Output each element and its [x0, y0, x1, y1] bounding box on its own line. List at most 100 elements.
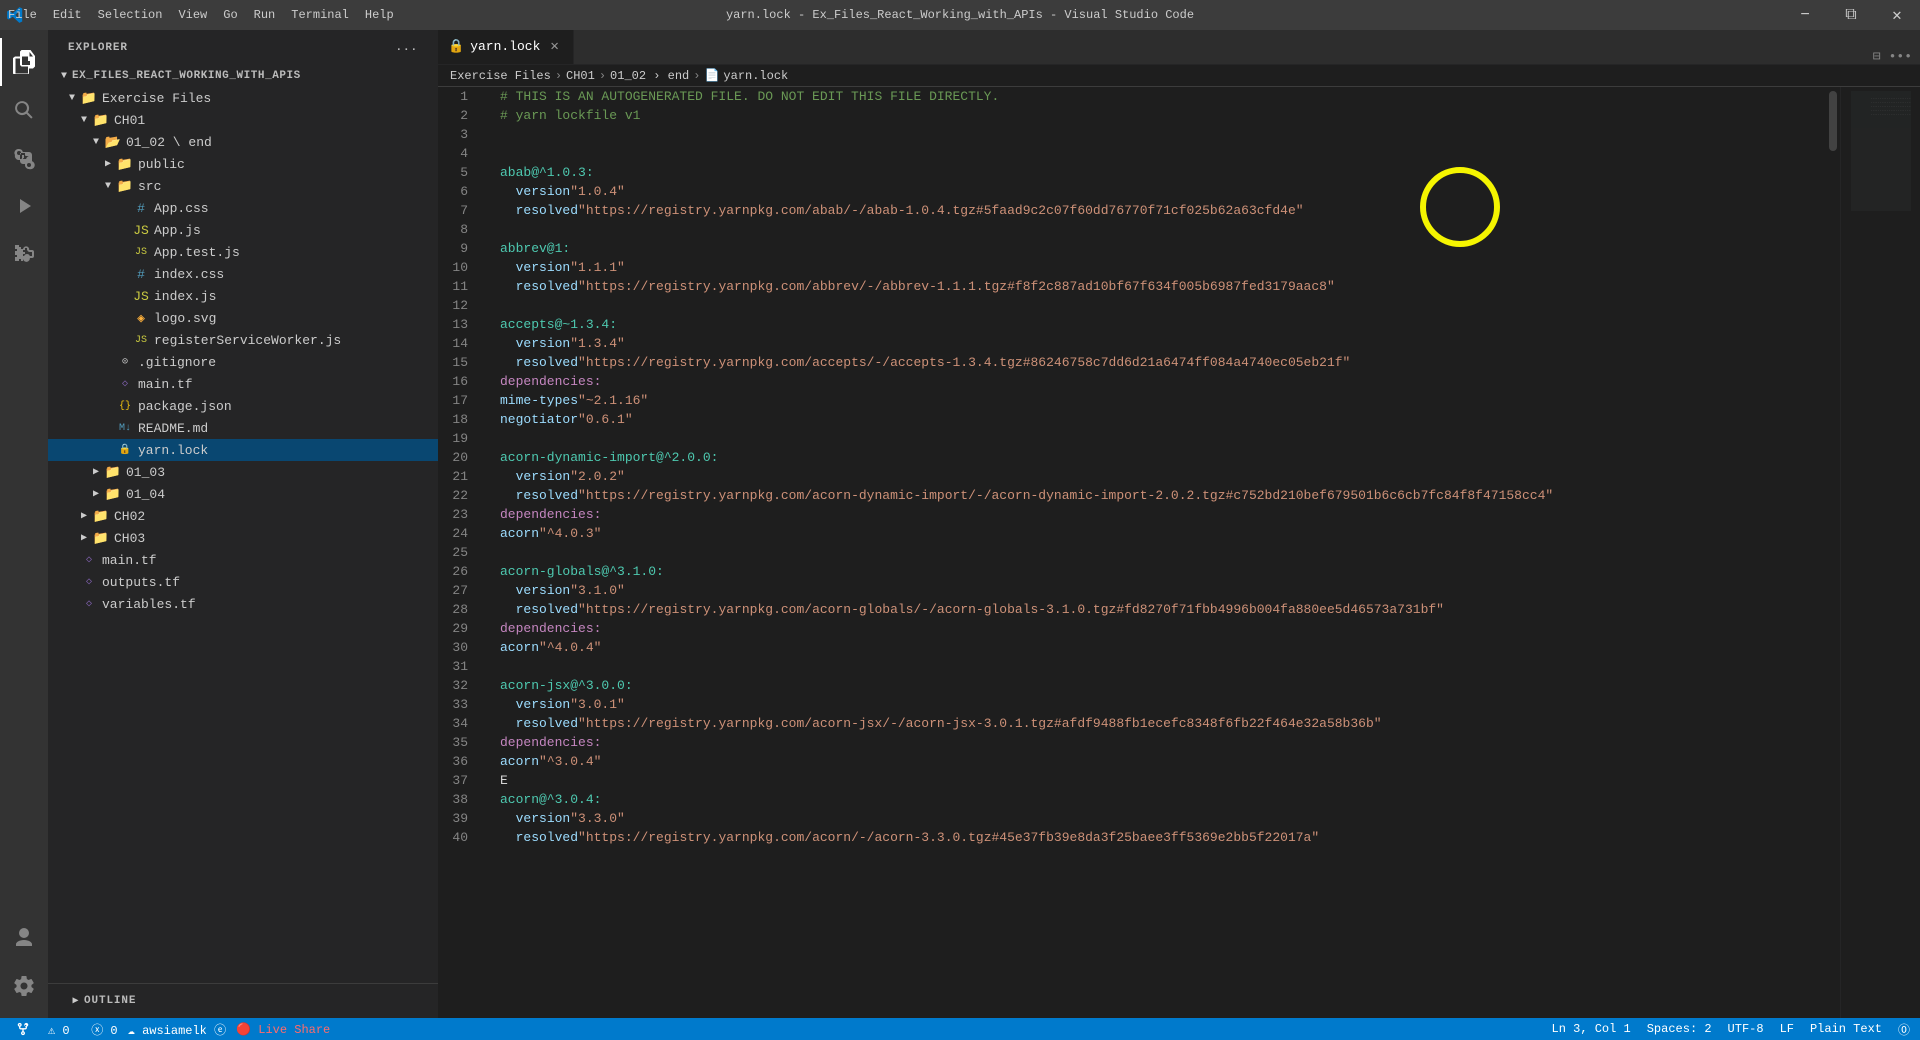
git-branch-status[interactable]	[10, 1022, 38, 1036]
tree-item-app-js[interactable]: ▶ JS App.js	[48, 219, 438, 241]
tab-close-button[interactable]: ✕	[546, 36, 562, 57]
chevron-right-icon: ▶	[88, 464, 104, 480]
tree-item-logo-svg[interactable]: ▶ ◈ logo.svg	[48, 307, 438, 329]
menu-file[interactable]: File	[8, 8, 37, 22]
git-user-status[interactable]: ☁ awsiamelk ⓔ	[128, 1021, 226, 1038]
split-editor-icon[interactable]: ⊟	[1873, 49, 1881, 64]
restore-button[interactable]: ⧉	[1828, 0, 1874, 30]
tree-item-ch02[interactable]: ▶ 📁 CH02	[48, 505, 438, 527]
window-controls[interactable]: − ⧉ ✕	[1782, 0, 1920, 30]
tab-yarn-lock[interactable]: 🔒 yarn.lock ✕	[438, 30, 574, 64]
tree-label: 01_03	[126, 465, 165, 480]
tree-item-gitignore[interactable]: ▶ ⊙ .gitignore	[48, 351, 438, 373]
tree-item-main-tf[interactable]: ▶ ◇ main.tf	[48, 373, 438, 395]
outline-section[interactable]: ▶ OUTLINE	[48, 983, 438, 1018]
errors-warnings[interactable]: ⚠ 0 ⓧ 0	[48, 1021, 118, 1038]
chevron-down-icon: ▼	[100, 178, 116, 194]
tree-item-register-sw[interactable]: ▶ JS registerServiceWorker.js	[48, 329, 438, 351]
editor-layout-controls[interactable]: ⊟ •••	[1865, 49, 1920, 64]
test-file-icon: JS	[132, 243, 150, 261]
cursor-position[interactable]: Ln 3, Col 1	[1552, 1022, 1631, 1036]
feedback[interactable]: ⓪	[1898, 1021, 1910, 1038]
live-share[interactable]: 🔴 Live Share	[236, 1022, 330, 1037]
tree-item-app-css[interactable]: ▶ # App.css	[48, 197, 438, 219]
scrollbar-thumb[interactable]	[1829, 91, 1837, 151]
title-bar: File Edit Selection View Go Run Terminal…	[0, 0, 1920, 30]
tab-bar: 🔒 yarn.lock ✕ ⊟ •••	[438, 30, 1920, 65]
source-control-activity-icon[interactable]	[0, 134, 48, 182]
menu-selection[interactable]: Selection	[98, 8, 163, 22]
breadcrumb-item-ch01[interactable]: CH01	[566, 69, 595, 83]
tree-item-public[interactable]: ▶ 📁 public	[48, 153, 438, 175]
account-activity-icon[interactable]	[0, 914, 48, 962]
encoding[interactable]: UTF-8	[1728, 1022, 1764, 1036]
tree-label: App.css	[154, 201, 209, 216]
tree-root-label: EX_FILES_REACT_WORKING_WITH_APIS	[72, 70, 301, 82]
explorer-activity-icon[interactable]	[0, 38, 48, 86]
indentation[interactable]: Spaces: 2	[1647, 1022, 1712, 1036]
tree-item-0102-end[interactable]: ▼ 📂 01_02 \ end	[48, 131, 438, 153]
tree-item-exercise-files[interactable]: ▼ 📁 Exercise Files	[48, 87, 438, 109]
tree-item-yarn-lock[interactable]: ▶ 🔒 yarn.lock	[48, 439, 438, 461]
breadcrumb-item-exercise-files[interactable]: Exercise Files	[450, 69, 551, 83]
code-line: dependencies:	[500, 619, 1840, 638]
run-activity-icon[interactable]	[0, 182, 48, 230]
code-line: acorn "^4.0.3"	[500, 524, 1840, 543]
close-button[interactable]: ✕	[1874, 0, 1920, 30]
tree-item-readme[interactable]: ▶ M↓ README.md	[48, 417, 438, 439]
code-line	[500, 543, 1840, 562]
breadcrumb-item-0102-end[interactable]: 01_02 › end	[610, 69, 689, 83]
extensions-activity-icon[interactable]	[0, 230, 48, 278]
tree-label: Exercise Files	[102, 91, 211, 106]
outline-label: OUTLINE	[84, 995, 136, 1007]
menu-go[interactable]: Go	[223, 8, 237, 22]
breadcrumb-item-yarn-lock[interactable]: yarn.lock	[723, 69, 788, 83]
search-activity-icon[interactable]	[0, 86, 48, 134]
sidebar-more-actions[interactable]: ...	[396, 42, 418, 54]
tree-label: public	[138, 157, 185, 172]
chevron-right-icon: ▶	[76, 508, 92, 524]
tree-item-src[interactable]: ▼ 📁 src	[48, 175, 438, 197]
menu-help[interactable]: Help	[365, 8, 394, 22]
tree-label: yarn.lock	[138, 443, 208, 458]
folder-icon: 📁	[92, 111, 110, 129]
tree-item-app-test-js[interactable]: ▶ JS App.test.js	[48, 241, 438, 263]
code-line: version "1.0.4"	[500, 182, 1840, 201]
tree-label: main.tf	[102, 553, 157, 568]
tree-item-package-json[interactable]: ▶ {} package.json	[48, 395, 438, 417]
code-line: abbrev@1:	[500, 239, 1840, 258]
breadcrumb: Exercise Files › CH01 › 01_02 › end › 📄 …	[438, 65, 1920, 87]
code-line: acorn-globals@^3.1.0:	[500, 562, 1840, 581]
minimize-button[interactable]: −	[1782, 0, 1828, 30]
js-file-icon: JS	[132, 221, 150, 239]
more-actions-icon[interactable]: •••	[1889, 49, 1912, 64]
tree-item-0104[interactable]: ▶ 📁 01_04	[48, 483, 438, 505]
scrollbar[interactable]	[1826, 87, 1840, 1018]
tree-item-variables-tf[interactable]: ▶ ◇ variables.tf	[48, 593, 438, 615]
code-line: acorn "^4.0.4"	[500, 638, 1840, 657]
yarn-tab-icon: 🔒	[448, 39, 464, 54]
tree-item-index-js[interactable]: ▶ JS index.js	[48, 285, 438, 307]
chevron-right-icon: ▶	[88, 486, 104, 502]
tree-item-index-css[interactable]: ▶ # index.css	[48, 263, 438, 285]
menu-bar[interactable]: File Edit Selection View Go Run Terminal…	[8, 8, 394, 22]
language-mode[interactable]: Plain Text	[1810, 1022, 1882, 1036]
menu-run[interactable]: Run	[254, 8, 276, 22]
tree-item-0103[interactable]: ▶ 📁 01_03	[48, 461, 438, 483]
code-line	[500, 144, 1840, 163]
code-content[interactable]: # THIS IS AN AUTOGENERATED FILE. DO NOT …	[488, 87, 1840, 1018]
settings-activity-icon[interactable]	[0, 962, 48, 1010]
sidebar-content[interactable]: ▼ EX_FILES_REACT_WORKING_WITH_APIS ▼ 📁 E…	[48, 65, 438, 983]
menu-view[interactable]: View	[178, 8, 207, 22]
tree-root[interactable]: ▼ EX_FILES_REACT_WORKING_WITH_APIS	[48, 65, 438, 87]
tree-item-ch03[interactable]: ▶ 📁 CH03	[48, 527, 438, 549]
code-line: abab@^1.0.3:	[500, 163, 1840, 182]
tree-item-main-tf-root[interactable]: ▶ ◇ main.tf	[48, 549, 438, 571]
tree-item-ch01[interactable]: ▼ 📁 CH01	[48, 109, 438, 131]
line-ending[interactable]: LF	[1780, 1022, 1794, 1036]
tree-item-outputs-tf[interactable]: ▶ ◇ outputs.tf	[48, 571, 438, 593]
menu-edit[interactable]: Edit	[53, 8, 82, 22]
tree-label: CH01	[114, 113, 145, 128]
tf-file-icon: ◇	[80, 573, 98, 591]
menu-terminal[interactable]: Terminal	[291, 8, 349, 22]
